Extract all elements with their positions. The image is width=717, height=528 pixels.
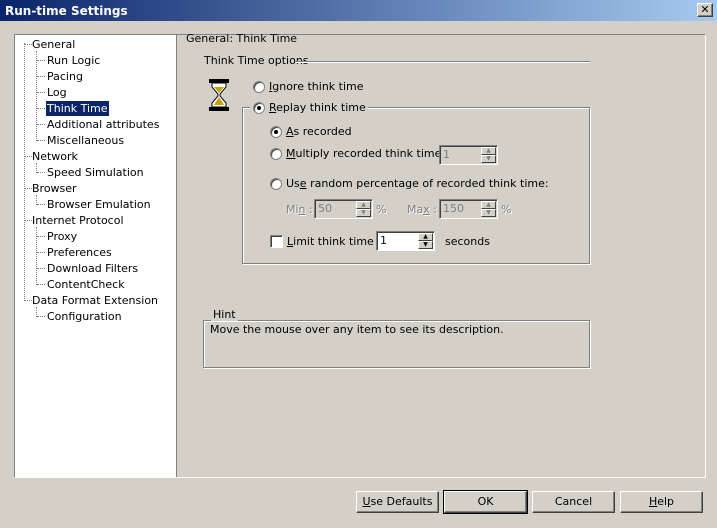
spin-down-icon[interactable]: ▼ xyxy=(481,209,496,217)
cancel-button[interactable]: Cancel xyxy=(532,491,615,513)
section-divider xyxy=(296,61,590,62)
limit-think-time-spinner[interactable]: 1 ▲ ▼ xyxy=(376,231,435,251)
spin-down-icon[interactable]: ▼ xyxy=(418,241,433,249)
min-label: Min : xyxy=(286,203,313,216)
close-button[interactable]: ✕ xyxy=(697,3,713,17)
tree-connector xyxy=(24,43,25,301)
max-label: Max : xyxy=(407,203,437,216)
spin-up-icon[interactable]: ▲ xyxy=(481,201,496,209)
max-spinner[interactable]: 150 ▲ ▼ xyxy=(439,199,498,219)
use-defaults-button[interactable]: Use Defaults xyxy=(356,491,439,513)
window-title: Run-time Settings xyxy=(5,4,128,18)
spin-down-icon[interactable]: ▼ xyxy=(356,209,371,217)
replay-think-time-label[interactable]: Replay think time xyxy=(267,101,368,114)
panel-header: General: Think Time xyxy=(186,32,298,45)
replay-think-time-radio[interactable] xyxy=(250,99,268,117)
section-title: Think Time options xyxy=(204,54,309,67)
hint-text: Move the mouse over any item to see its … xyxy=(210,323,504,336)
spin-up-icon[interactable]: ▲ xyxy=(418,233,433,241)
random-percentage-radio[interactable] xyxy=(270,178,282,190)
ok-button[interactable]: OK xyxy=(443,490,528,514)
hint-title: Hint xyxy=(211,308,238,321)
limit-think-time-checkbox[interactable] xyxy=(270,235,283,248)
as-recorded-label[interactable]: As recorded xyxy=(286,125,352,138)
title-bar: Run-time Settings ✕ xyxy=(0,0,717,22)
settings-panel: General: Think Time Think Time options I… xyxy=(178,32,705,477)
as-recorded-radio[interactable] xyxy=(270,126,282,138)
spin-down-icon[interactable]: ▼ xyxy=(481,155,496,163)
max-unit: % xyxy=(501,203,512,216)
hourglass-icon xyxy=(208,79,230,111)
min-spinner[interactable]: 50 ▲ ▼ xyxy=(314,199,373,219)
random-percentage-label[interactable]: Use random percentage of recorded think … xyxy=(286,177,549,190)
settings-tree[interactable]: General Run Logic Pacing Log Think Time … xyxy=(15,35,177,477)
ignore-think-time-label[interactable]: Ignore think time xyxy=(269,80,364,93)
close-icon: ✕ xyxy=(700,3,710,16)
multiply-radio[interactable] xyxy=(270,148,282,160)
multiply-label[interactable]: Multiply recorded think time by: xyxy=(286,147,461,160)
min-unit: % xyxy=(376,203,387,216)
spin-up-icon[interactable]: ▲ xyxy=(356,201,371,209)
limit-unit: seconds xyxy=(445,235,490,248)
multiply-spinner[interactable]: 1 ▲ ▼ xyxy=(439,145,498,165)
ignore-think-time-radio[interactable] xyxy=(253,81,265,93)
help-button[interactable]: Help xyxy=(620,491,703,513)
tree-connector xyxy=(36,51,37,141)
spin-up-icon[interactable]: ▲ xyxy=(481,147,496,155)
